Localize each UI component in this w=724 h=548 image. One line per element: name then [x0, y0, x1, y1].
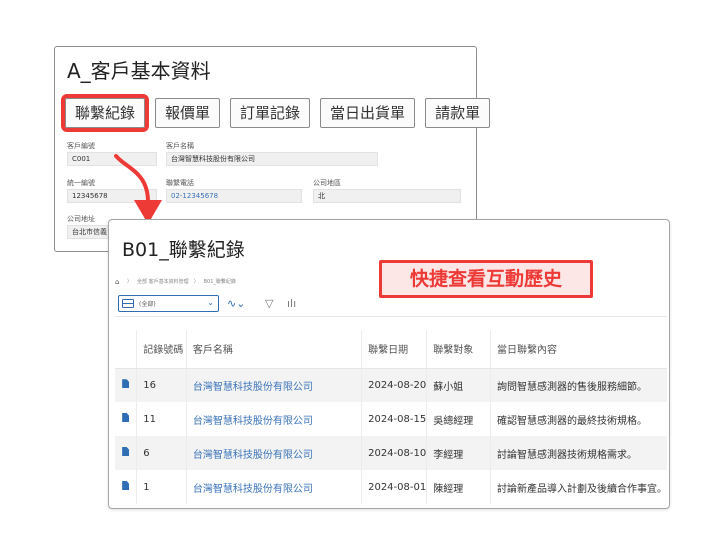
- customer-name-field[interactable]: 台灣智慧科技股份有限公司: [166, 152, 378, 166]
- column-header-record-no[interactable]: 記錄號碼: [136, 330, 187, 369]
- breadcrumb-item[interactable]: B01_聯繫紀錄: [204, 278, 236, 285]
- date-cell: 2024-08-20: [361, 368, 427, 402]
- date-cell: 2024-08-15: [361, 402, 427, 436]
- table-row[interactable]: 16 台灣智慧科技股份有限公司 2024-08-20 蘇小姐 詢問智慧感測器的售…: [115, 368, 667, 402]
- content-cell: 詢問智慧感測器的售後服務細節。: [490, 368, 667, 402]
- contact-cell: 蘇小姐: [426, 368, 491, 402]
- contact-cell: 李經理: [426, 436, 491, 470]
- tax-id-label: 統一編號: [67, 179, 95, 187]
- row-doc-cell[interactable]: [115, 436, 137, 470]
- home-icon[interactable]: ⌂: [115, 278, 122, 285]
- chevron-down-icon: ⌄: [207, 298, 214, 307]
- table-row[interactable]: 11 台灣智慧科技股份有限公司 2024-08-15 吳總經理 確認智慧感測器的…: [115, 402, 667, 436]
- tab-contact-record[interactable]: 聯繫紀錄: [60, 94, 150, 132]
- breadcrumb-item[interactable]: 全部 客戶基本資料管理: [137, 278, 189, 285]
- row-doc-cell[interactable]: [115, 402, 137, 436]
- customer-link[interactable]: 台灣智慧科技股份有限公司: [185, 470, 362, 504]
- column-header-contact[interactable]: 聯繫對象: [426, 330, 491, 369]
- grid-icon: [122, 299, 134, 308]
- content-cell: 討論新產品導入計劃及後續合作事宜。: [490, 470, 667, 504]
- customer-name-label: 客戶名稱: [166, 142, 194, 150]
- tab-invoice[interactable]: 請款單: [425, 98, 491, 128]
- document-icon[interactable]: [122, 379, 130, 389]
- select-column-header: [115, 330, 137, 369]
- customer-link[interactable]: 台灣智慧科技股份有限公司: [185, 368, 362, 402]
- phone-label: 聯繫電話: [166, 179, 194, 187]
- window-b-title: B01_聯繫紀錄: [122, 239, 245, 261]
- tab-bar: 聯繫紀錄 報價單 訂單記錄 當日出貨單 請款單: [60, 94, 491, 132]
- breadcrumb: ⌂ 〉 全部 客戶基本資料管理 〉 B01_聯繫紀錄: [115, 278, 236, 285]
- date-cell: 2024-08-10: [361, 436, 427, 470]
- customer-no-label: 客戶編號: [67, 142, 95, 150]
- customer-link[interactable]: 台灣智慧科技股份有限公司: [185, 402, 362, 436]
- document-icon[interactable]: [122, 447, 130, 456]
- column-header-date[interactable]: 聯繫日期: [361, 330, 427, 369]
- filter-icon[interactable]: ▽: [265, 295, 273, 312]
- content-cell: 確認智慧感測器的最終技術規格。: [490, 402, 667, 436]
- column-header-content[interactable]: 當日聯繫內容: [490, 330, 667, 369]
- contact-cell: 陳經理: [426, 470, 491, 504]
- tab-quotation[interactable]: 報價單: [155, 98, 221, 128]
- customer-link[interactable]: 台灣智慧科技股份有限公司: [185, 436, 362, 470]
- window-a-title: A_客戶基本資料: [67, 59, 211, 83]
- table-header-row: 記錄號碼 客戶名稱 聯繫日期 聯繫對象 當日聯繫內容: [115, 330, 667, 369]
- tab-order-record[interactable]: 訂單記錄: [230, 98, 311, 128]
- address-label: 公司地址: [67, 215, 95, 223]
- bar-chart-icon[interactable]: ılı: [287, 295, 296, 312]
- chart-line-icon[interactable]: ∿⌄: [227, 295, 245, 312]
- breadcrumb-sep: 〉: [193, 279, 199, 285]
- region-field[interactable]: 北: [313, 189, 461, 203]
- record-no-cell: 6: [136, 436, 187, 470]
- contact-cell: 吳總經理: [426, 402, 491, 436]
- view-select-value: (全部): [139, 301, 156, 308]
- contact-record-window: B01_聯繫紀錄 ⌂ 〉 全部 客戶基本資料管理 〉 B01_聯繫紀錄 快捷查看…: [108, 219, 670, 509]
- record-no-cell: 1: [136, 470, 187, 504]
- region-label: 公司地區: [313, 179, 341, 187]
- content-cell: 討論智慧感測器技術規格需求。: [490, 436, 667, 470]
- table-row[interactable]: 6 台灣智慧科技股份有限公司 2024-08-10 李經理 討論智慧感測器技術規…: [115, 436, 667, 470]
- record-no-cell: 11: [136, 402, 187, 436]
- contact-record-table: 記錄號碼 客戶名稱 聯繫日期 聯繫對象 當日聯繫內容 16 台灣智慧科技股份有限…: [115, 330, 667, 504]
- phone-field[interactable]: 02-12345678: [166, 189, 302, 203]
- document-icon[interactable]: [122, 413, 130, 422]
- callout-badge: 快捷查看互動歷史: [379, 260, 593, 298]
- date-cell: 2024-08-01: [361, 470, 427, 504]
- document-icon[interactable]: [122, 481, 130, 490]
- view-select[interactable]: (全部) ⌄: [118, 295, 219, 312]
- table-row[interactable]: 1 台灣智慧科技股份有限公司 2024-08-01 陳經理 討論新產品導入計劃及…: [115, 470, 667, 504]
- column-header-customer[interactable]: 客戶名稱: [185, 330, 362, 369]
- tab-daily-shipment[interactable]: 當日出貨單: [320, 98, 416, 128]
- breadcrumb-sep: 〉: [127, 279, 133, 285]
- row-doc-cell[interactable]: [115, 470, 137, 504]
- record-no-cell: 16: [136, 368, 187, 402]
- row-doc-cell[interactable]: [115, 368, 137, 402]
- toolbar: (全部) ⌄ ∿⌄ ▽ ılı: [115, 295, 667, 317]
